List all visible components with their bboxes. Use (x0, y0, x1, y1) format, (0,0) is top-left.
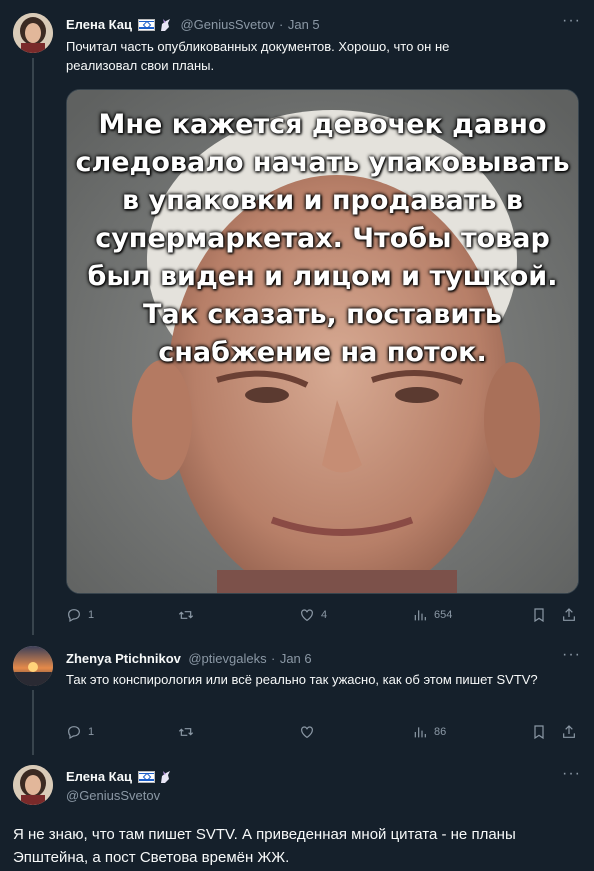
tweet-text: Почитал часть опубликованных документов.… (66, 39, 450, 73)
heart-icon (301, 609, 313, 622)
like-button[interactable]: 4 (299, 607, 327, 623)
tweet-header: Елена Кац (66, 768, 172, 786)
thread-line (32, 690, 34, 755)
image-caption-text: Мне кажется девочек давно следовало нача… (75, 109, 570, 368)
retweet-icon (178, 611, 194, 619)
retweet-button[interactable] (178, 724, 200, 740)
more-options-button[interactable]: ··· (562, 12, 581, 30)
reply-icon (68, 726, 80, 740)
reply-button[interactable]: 1 (66, 724, 94, 740)
reply-button[interactable]: 1 (66, 607, 94, 623)
unicorn-icon (161, 18, 170, 31)
share-button[interactable] (561, 724, 577, 740)
views-count: 654 (434, 609, 453, 621)
share-icon (563, 725, 575, 738)
author-handle[interactable]: @ptievgaleks (188, 651, 266, 666)
tweet-header: Zhenya Ptichnikov @ptievgaleks · Jan 6 (66, 650, 312, 668)
tweet-date[interactable]: Jan 5 (288, 17, 320, 32)
israel-flag-icon (138, 770, 155, 783)
like-count: 4 (321, 609, 328, 621)
author-handle[interactable]: @GeniusSvetov (66, 788, 160, 803)
avatar[interactable] (13, 13, 53, 53)
separator: · (279, 17, 284, 32)
bookmark-icon (534, 725, 544, 740)
retweet-button[interactable] (178, 607, 200, 623)
more-options-button[interactable]: ··· (562, 646, 581, 664)
bookmark-icon (534, 608, 544, 623)
tweet-header: Елена Кац @GeniusSvetov · Jan 5 (66, 16, 320, 34)
heart-icon (301, 726, 313, 739)
author-handle[interactable]: @GeniusSvetov (180, 17, 274, 32)
bookmark-button[interactable] (531, 607, 547, 623)
more-options-button[interactable]: ··· (562, 765, 581, 783)
views-button[interactable]: 86 (412, 724, 446, 740)
views-count: 86 (434, 726, 447, 738)
avatar[interactable] (13, 765, 53, 805)
share-icon (563, 608, 575, 621)
unicorn-icon (161, 770, 170, 783)
reply-icon (68, 609, 80, 623)
author-name[interactable]: Елена Кац (66, 769, 132, 784)
reply-count: 1 (88, 609, 95, 621)
tweet-text: Так это конспирология или всё реально та… (66, 672, 538, 687)
reply-count: 1 (88, 726, 95, 738)
tweet-text: Я не знаю, что там пишет SVTV. А приведе… (13, 826, 516, 866)
avatar[interactable] (13, 646, 53, 686)
views-icon (414, 610, 426, 621)
bookmark-button[interactable] (531, 724, 547, 740)
share-button[interactable] (561, 607, 577, 623)
views-button[interactable]: 654 (412, 607, 452, 623)
separator: · (271, 651, 276, 666)
tweet-image[interactable]: Мне кажется девочек давно следовало нача… (66, 89, 579, 594)
views-icon (414, 727, 426, 738)
author-name[interactable]: Елена Кац (66, 17, 132, 32)
tweet-date[interactable]: Jan 6 (280, 651, 312, 666)
like-button[interactable] (299, 724, 321, 740)
retweet-icon (178, 728, 194, 736)
thread-line (32, 58, 34, 635)
israel-flag-icon (138, 18, 155, 31)
author-name[interactable]: Zhenya Ptichnikov (66, 651, 181, 666)
